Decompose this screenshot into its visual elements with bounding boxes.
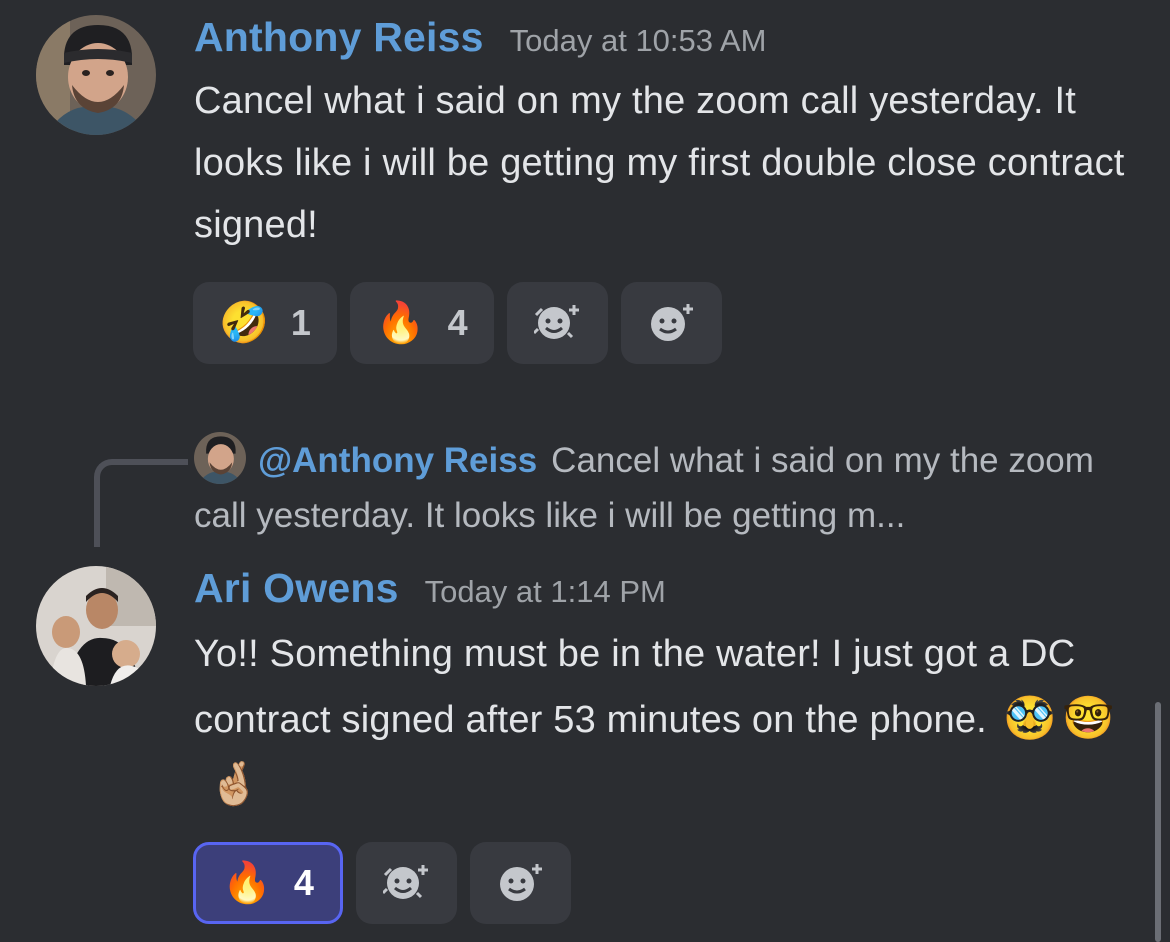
add-reaction-icon [651,304,694,341]
author-name[interactable]: Anthony Reiss [194,14,484,61]
chat-screen: Anthony Reiss Today at 10:53 AM Cancel w… [0,0,1170,942]
disguised-face-emoji-icon: 🥸 [1003,694,1057,741]
message-timestamp: Today at 10:53 AM [509,23,767,58]
reaction-fire-selected[interactable]: 🔥 4 [193,842,343,924]
reply-connector [94,459,188,547]
avatar-ari[interactable] [36,566,156,686]
add-super-reaction-button[interactable] [506,282,608,364]
author-name[interactable]: Ari Owens [194,565,399,612]
add-reaction-button[interactable] [620,282,722,364]
rofl-emoji-icon: 🤣 [219,301,269,345]
add-super-reaction-icon [383,865,429,899]
avatar-anthony[interactable] [36,15,156,135]
add-super-reaction-icon [534,305,580,339]
reaction-bar: 🔥 4 [193,842,571,924]
message-header: Ari Owens Today at 1:14 PM [194,565,666,612]
fire-emoji-icon: 🔥 [222,861,272,905]
reaction-count: 4 [447,302,468,343]
nerd-face-emoji-icon: 🤓 [1062,694,1115,741]
reaction-count: 4 [293,862,314,903]
reply-avatar-anthony [194,432,246,484]
message-body: Yo!! Something must be in the water! I j… [194,622,1144,818]
add-reaction-button[interactable] [469,842,571,924]
message-text: Cancel what i said on my the zoom call y… [194,80,1125,246]
message-text: Yo!! Something must be in the water! I j… [194,633,1076,741]
message-header: Anthony Reiss Today at 10:53 AM [194,14,766,61]
reaction-rofl[interactable]: 🤣 1 [193,282,337,364]
add-reaction-icon [500,864,543,901]
reply-mention[interactable]: @Anthony Reiss [258,441,537,480]
reaction-fire[interactable]: 🔥 4 [349,282,494,364]
crossed-fingers-emoji-icon: 🤞🏼 [208,760,261,807]
scrollbar[interactable] [1155,702,1161,942]
message-timestamp: Today at 1:14 PM [424,574,666,609]
reaction-count: 1 [290,302,311,343]
add-super-reaction-button[interactable] [355,842,457,924]
fire-emoji-icon: 🔥 [375,301,426,345]
reply-preview[interactable]: @Anthony Reiss Cancel what i said on my t… [194,432,1124,543]
reaction-bar: 🤣 1 🔥 4 [193,282,722,364]
